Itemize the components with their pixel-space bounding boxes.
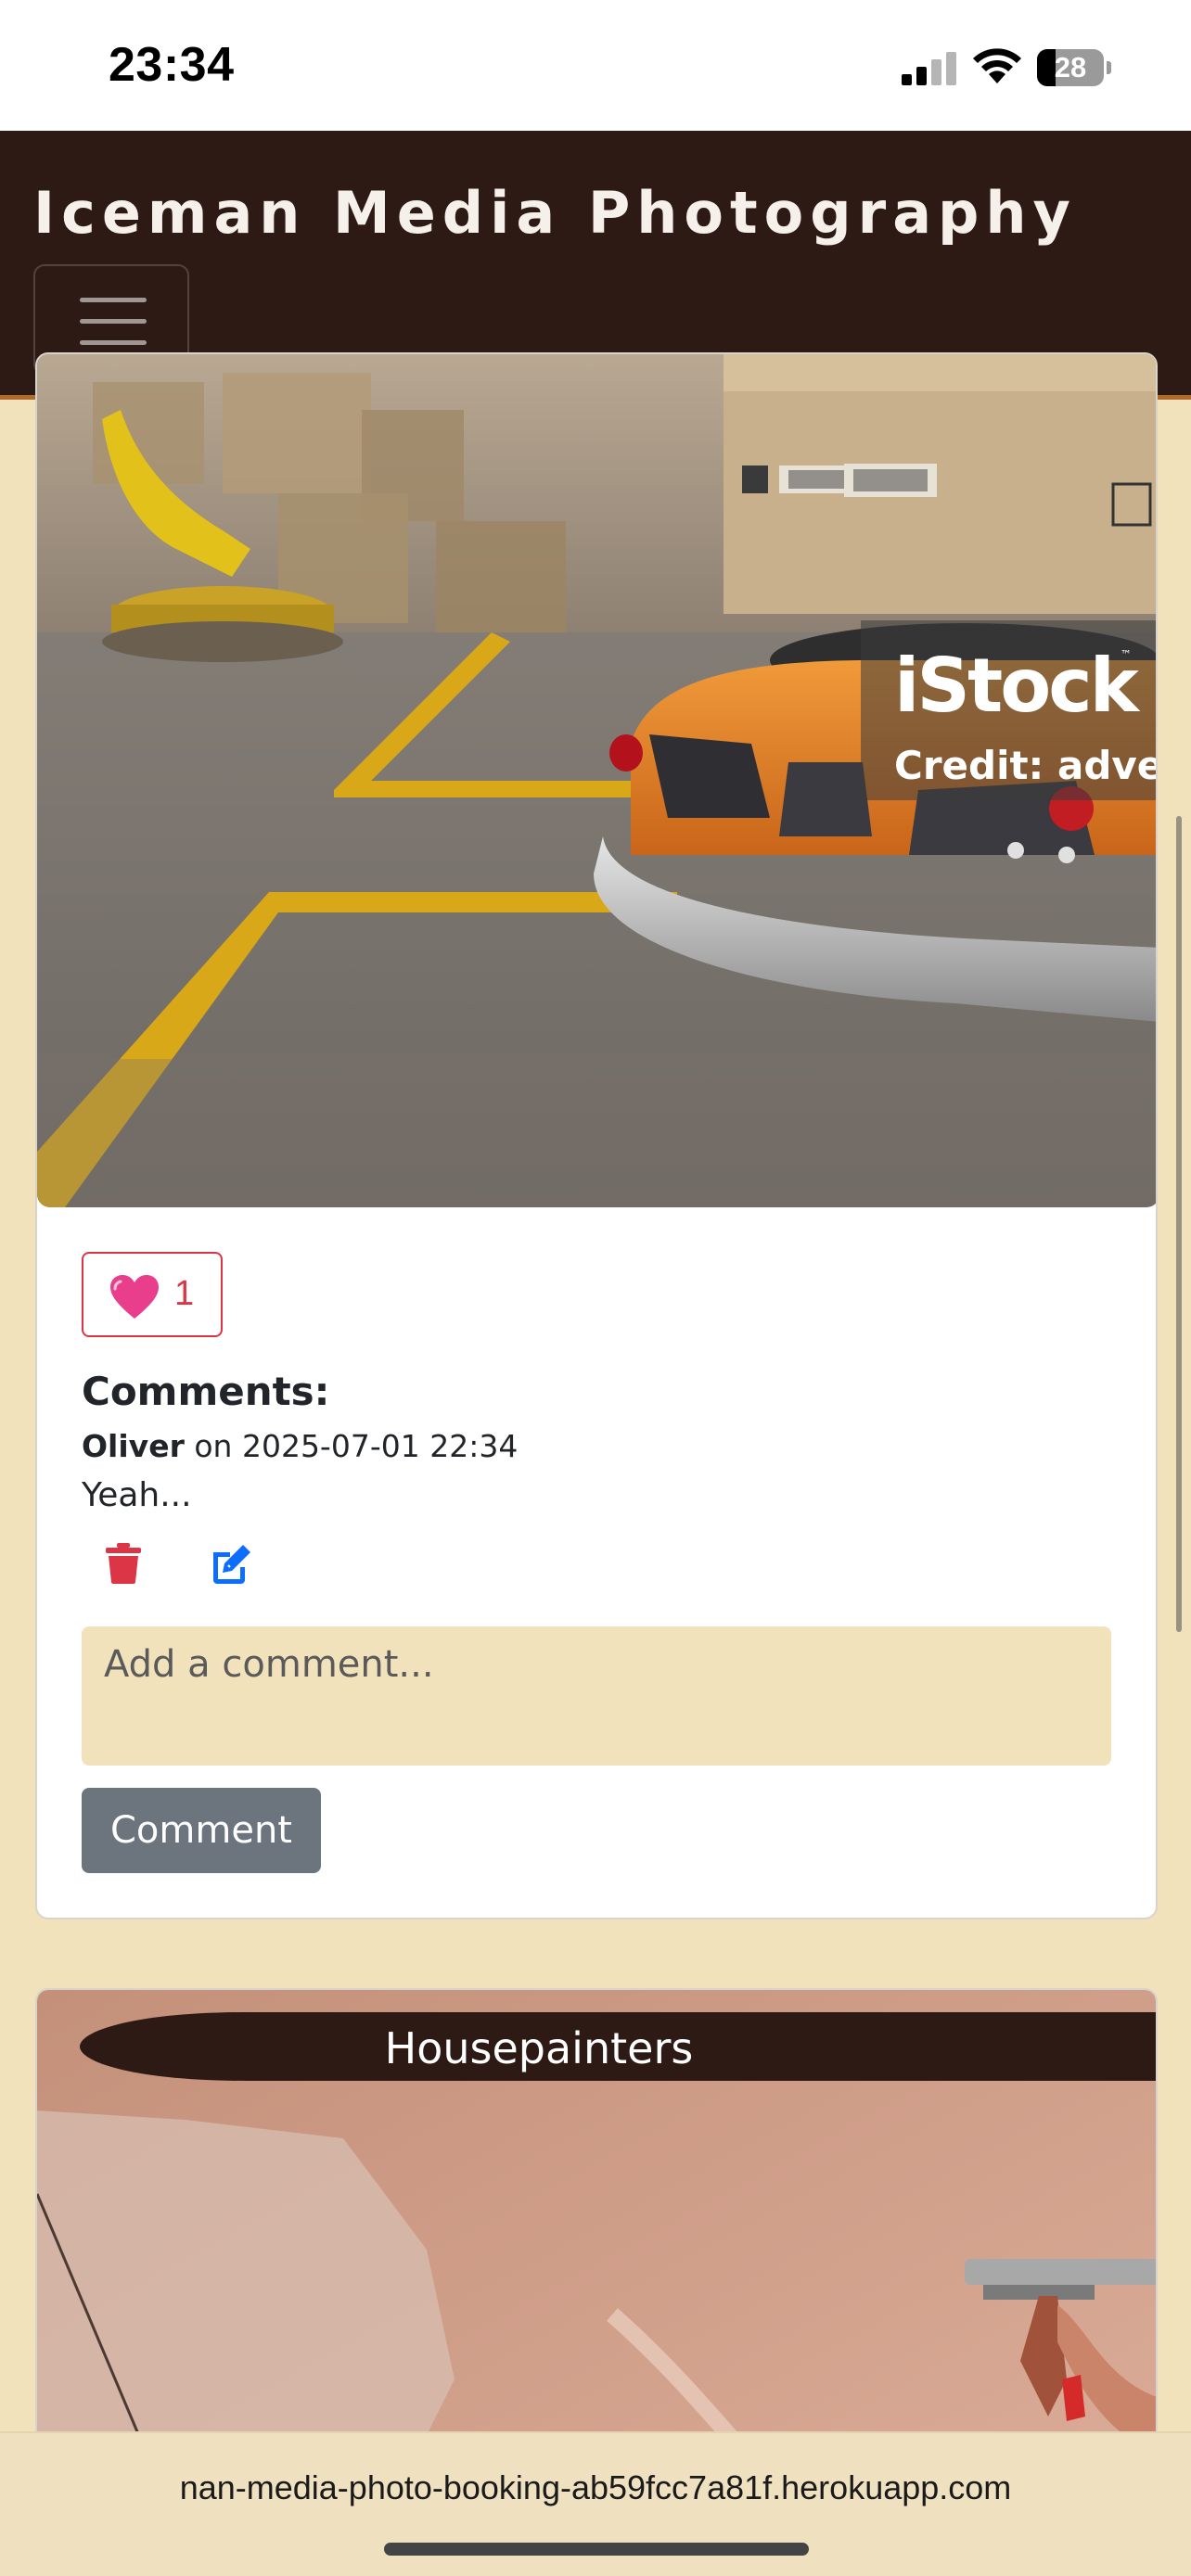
comment-on: on (194, 1428, 233, 1464)
edit-icon[interactable] (210, 1543, 252, 1584)
home-indicator[interactable] (384, 2543, 809, 2556)
comment-date: 2025-07-01 22:34 (241, 1428, 519, 1464)
comments-heading: Comments: (82, 1369, 330, 1414)
hamburger-icon (80, 298, 147, 302)
browser-url-bar: nan-media-photo-booking-ab59fcc7a81f.her… (0, 2431, 1191, 2576)
post-title: Housepainters (384, 2023, 694, 2073)
battery-icon: 28 (1037, 49, 1111, 86)
comment-author: Oliver (82, 1428, 185, 1464)
like-button[interactable]: 1 (82, 1252, 223, 1337)
status-time: 23:34 (109, 38, 235, 92)
watermark-trademark: ™ (1121, 648, 1132, 661)
comment-text: Yeah... (82, 1476, 192, 1514)
comment-meta: Oliver on 2025-07-01 22:34 (82, 1428, 518, 1464)
like-count: 1 (174, 1274, 195, 1313)
comment-input[interactable] (82, 1626, 1111, 1766)
page-scrollbar[interactable] (1176, 816, 1182, 1632)
post-image: iStock ™ Credit: adve (37, 354, 1158, 1207)
watermark-credit: Credit: adve (894, 743, 1158, 788)
heart-icon (110, 1275, 159, 1319)
cellular-signal-icon (902, 52, 956, 85)
wifi-icon (973, 48, 1021, 83)
trash-icon[interactable] (106, 1543, 141, 1584)
image-watermark: iStock ™ Credit: adve (861, 620, 1158, 800)
brand-logo[interactable]: Iceman Media Photography (33, 179, 1077, 247)
watermark-brand: iStock (894, 643, 1139, 729)
address-field[interactable]: nan-media-photo-booking-ab59fcc7a81f.her… (0, 2468, 1191, 2507)
status-bar: 23:34 28 (0, 0, 1191, 131)
post-card: iStock ™ Credit: adve 1 Comments: Oliver… (35, 352, 1158, 1919)
battery-percentage: 28 (1054, 51, 1087, 83)
comment-submit-button[interactable]: Comment (82, 1788, 321, 1873)
